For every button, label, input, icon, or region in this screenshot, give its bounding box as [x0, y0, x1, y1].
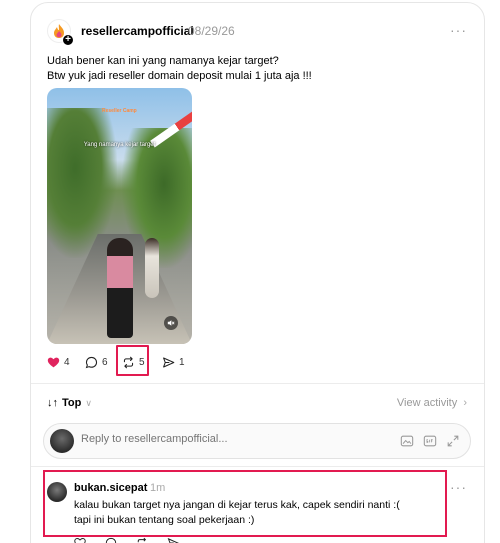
post-text-line: Udah bener kan ini yang namanya kejar ta… [47, 55, 279, 67]
comment-username[interactable]: bukan.sicepat [74, 482, 147, 494]
comment-text-line: tapi ini bukan tentang soal pekerjaan :) [74, 514, 255, 526]
post-more-icon[interactable]: ··· [450, 22, 467, 38]
post-text-line: Btw yuk jadi reseller domain deposit mul… [47, 69, 312, 82]
comment-icon [85, 356, 98, 368]
heart-icon[interactable] [74, 537, 86, 543]
comment-text-line: kalau bukan target nya jangan di kejar t… [74, 499, 400, 511]
chevron-down-icon: ∨ [85, 397, 92, 408]
comment-text: kalau bukan target nya jangan di kejar t… [74, 498, 444, 528]
mute-icon [167, 320, 175, 326]
gif-icon[interactable] [423, 434, 437, 448]
share-icon [163, 357, 175, 367]
comment-icon[interactable] [105, 537, 117, 543]
sort-dropdown[interactable]: ↓↑ Top ∨ [47, 397, 92, 409]
divider [31, 466, 484, 467]
video-brand-tag: Reseller Camp [102, 108, 137, 114]
comment-actions [74, 537, 179, 543]
divider [31, 383, 484, 384]
share-icon[interactable] [167, 537, 179, 543]
sort-arrows-icon: ↓↑ [47, 397, 58, 409]
repost-highlight-box [116, 345, 149, 376]
like-button[interactable]: 4 [47, 354, 70, 370]
mute-icon[interactable] [164, 316, 178, 330]
share-button[interactable]: 1 [162, 354, 185, 370]
chevron-right-icon: › [460, 397, 467, 409]
reply-composer[interactable] [43, 423, 471, 459]
view-activity-link[interactable]: View activity › [397, 397, 467, 409]
post-date: 08/29/26 [188, 24, 235, 38]
expand-icon[interactable] [446, 434, 460, 448]
current-user-avatar [50, 429, 74, 453]
post-username[interactable]: resellercampofficial [81, 24, 194, 38]
follow-plus-icon[interactable]: + [62, 34, 74, 46]
reply-input[interactable] [81, 433, 381, 445]
comment-more-icon[interactable]: ··· [450, 479, 467, 495]
post-video[interactable]: Reseller Camp Yang namanya kejar target [47, 88, 192, 344]
sort-label: Top [62, 397, 82, 409]
reply-count: 6 [102, 356, 108, 368]
video-scene [145, 238, 159, 298]
commenter-avatar[interactable] [47, 482, 67, 502]
view-activity-label: View activity [396, 397, 458, 409]
reply-button[interactable]: 6 [85, 354, 108, 370]
repost-icon[interactable] [136, 537, 148, 543]
author-avatar[interactable]: + [47, 19, 74, 46]
video-scene [107, 238, 133, 338]
post-text: Udah bener kan ini yang namanya kejar ta… [47, 54, 447, 83]
video-overlay-text: Yang namanya kejar target [83, 142, 156, 148]
comment-time: 1m [150, 482, 166, 494]
like-count: 4 [64, 356, 70, 368]
heart-icon [47, 357, 60, 367]
image-icon[interactable] [400, 434, 414, 448]
share-count: 1 [179, 356, 185, 368]
